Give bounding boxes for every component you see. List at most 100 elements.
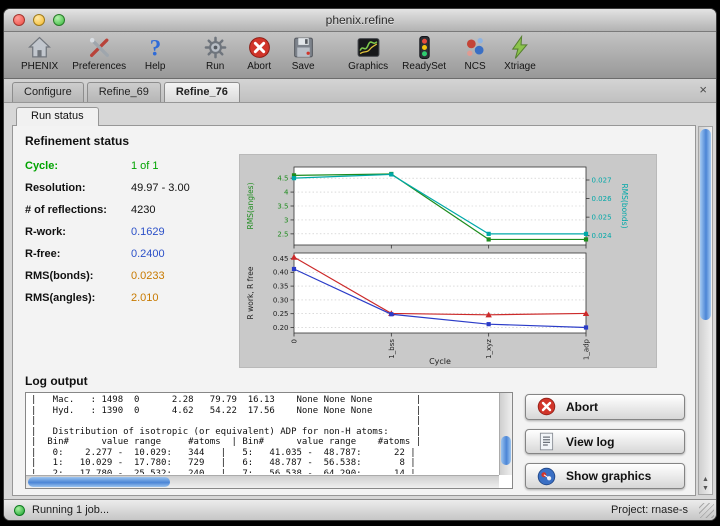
- ncs-icon: [463, 35, 488, 60]
- tab-run-status[interactable]: Run status: [16, 107, 99, 126]
- status-row: Cycle:1 of 1Resolution:49.97 - 3.00# of …: [25, 154, 685, 368]
- log-output[interactable]: | Mac. : 1498 0 2.28 79.79 16.13 None No…: [25, 392, 513, 489]
- svg-text:1_bss: 1_bss: [388, 339, 396, 359]
- toolbar-item-label: Preferences: [72, 61, 126, 72]
- tab-close-button[interactable]: ×: [699, 83, 707, 96]
- tab-refine-76[interactable]: Refine_76: [164, 82, 240, 102]
- tab-configure[interactable]: Configure: [12, 82, 84, 102]
- toolbar-readyset[interactable]: ReadySet: [395, 35, 453, 72]
- field-value: 4230: [131, 204, 155, 216]
- log-line: | 0: 2.277 - 10.029: 344 | 5: 41.035 - 4…: [31, 448, 497, 459]
- log-vertical-scrollbar[interactable]: [499, 393, 512, 475]
- svg-text:?: ?: [149, 35, 160, 60]
- toolbar-item-label: Save: [292, 61, 315, 72]
- show-graphics-button[interactable]: Show graphics: [525, 463, 685, 489]
- toolbar: PHENIXPreferences?HelpRunAbortSaveGraphi…: [4, 32, 716, 79]
- svg-text:RMS(bonds): RMS(bonds): [620, 183, 629, 228]
- main-scrollbar-thumb[interactable]: [700, 129, 711, 320]
- toolbar-phenix[interactable]: PHENIX: [14, 35, 65, 72]
- field-label: RMS(bonds):: [25, 270, 131, 282]
- view-log-button[interactable]: View log: [525, 429, 685, 455]
- toolbar-graphics[interactable]: Graphics: [341, 35, 395, 72]
- svg-text:1_adp: 1_adp: [583, 338, 591, 360]
- toolbar-item-label: Xtriage: [504, 61, 536, 72]
- field-value: 49.97 - 3.00: [131, 182, 190, 194]
- svg-text:0.45: 0.45: [273, 255, 289, 263]
- status-field: R-free:0.2400: [25, 248, 223, 260]
- traffic-lights: [13, 14, 65, 26]
- running-status-text: Running 1 job...: [32, 504, 109, 516]
- field-value: 0.0233: [131, 270, 165, 282]
- svg-text:0.026: 0.026: [592, 195, 613, 203]
- svg-text:4: 4: [284, 188, 289, 196]
- log-vertical-scrollbar-thumb[interactable]: [501, 436, 511, 466]
- log-horizontal-scrollbar-thumb[interactable]: [28, 477, 170, 487]
- abort-icon: [536, 396, 557, 417]
- scroll-down-icon[interactable]: ▼: [702, 484, 709, 493]
- abort-icon: [247, 35, 272, 60]
- subtab-row: Run status: [4, 103, 716, 125]
- field-label: Resolution:: [25, 182, 131, 194]
- scroll-up-icon[interactable]: ▲: [702, 475, 709, 484]
- status-field: RMS(bonds):0.0233: [25, 270, 223, 282]
- titlebar[interactable]: phenix.refine: [4, 9, 716, 32]
- refinement-fields: Cycle:1 of 1Resolution:49.97 - 3.00# of …: [25, 154, 223, 368]
- action-button-label: Show graphics: [566, 469, 651, 483]
- resize-grip[interactable]: [699, 503, 714, 518]
- main-scrollbar-buttons: ▲ ▼: [699, 475, 712, 493]
- svg-text:R work, R free: R work, R free: [246, 266, 255, 319]
- svg-text:0.40: 0.40: [273, 269, 289, 277]
- field-value: 0.1629: [131, 226, 165, 238]
- show-graphics-icon: [536, 466, 557, 487]
- field-label: R-work:: [25, 226, 131, 238]
- log-line: | |: [31, 416, 497, 427]
- svg-text:3: 3: [284, 216, 288, 224]
- tab-refine-69[interactable]: Refine_69: [87, 82, 161, 102]
- toolbar-item-label: Help: [145, 61, 166, 72]
- field-value: 1 of 1: [131, 160, 159, 172]
- abort-button[interactable]: Abort: [525, 394, 685, 420]
- toolbar-preferences[interactable]: Preferences: [65, 35, 133, 72]
- svg-text:0.35: 0.35: [273, 283, 289, 291]
- field-label: Cycle:: [25, 160, 131, 172]
- close-window-button[interactable]: [13, 14, 25, 26]
- svg-text:0.25: 0.25: [273, 310, 289, 318]
- log-line: | Bin# value range #atoms | Bin# value r…: [31, 437, 497, 448]
- running-indicator-icon: [14, 505, 25, 516]
- svg-text:0.30: 0.30: [273, 296, 289, 304]
- svg-text:3.5: 3.5: [277, 202, 288, 210]
- run-status-panel: Refinement status Cycle:1 of 1Resolution…: [12, 125, 696, 496]
- zoom-window-button[interactable]: [53, 14, 65, 26]
- toolbar-xtriage[interactable]: Xtriage: [497, 35, 543, 72]
- status-bar: Running 1 job... Project: rnase-s: [4, 499, 716, 520]
- toolbar-item-label: Abort: [247, 61, 271, 72]
- preferences-icon: [87, 35, 112, 60]
- toolbar-help[interactable]: ?Help: [133, 35, 177, 72]
- svg-text:0.025: 0.025: [592, 214, 612, 222]
- toolbar-abort[interactable]: Abort: [237, 35, 281, 72]
- tab-bar: ConfigureRefine_69Refine_76 ×: [4, 79, 716, 103]
- toolbar-item-label: PHENIX: [21, 61, 58, 72]
- toolbar-item-label: Run: [206, 61, 224, 72]
- save-icon: [291, 35, 316, 60]
- svg-text:1_xyz: 1_xyz: [485, 339, 493, 359]
- svg-text:RMS(angles): RMS(angles): [246, 182, 255, 229]
- svg-text:Cycle: Cycle: [429, 357, 451, 366]
- log-line: | 2: 17.780 - 25.532: 240 | 7: 56.538 - …: [31, 469, 497, 475]
- view-log-icon: [536, 431, 557, 452]
- status-field: # of reflections:4230: [25, 204, 223, 216]
- status-field: Resolution:49.97 - 3.00: [25, 182, 223, 194]
- field-value: 0.2400: [131, 248, 165, 260]
- phenix-refine-window: phenix.refine PHENIXPreferences?HelpRunA…: [3, 8, 717, 521]
- toolbar-ncs[interactable]: NCS: [453, 35, 497, 72]
- minimize-window-button[interactable]: [33, 14, 45, 26]
- log-horizontal-scrollbar[interactable]: [26, 475, 499, 488]
- phenix-icon: [27, 35, 52, 60]
- readyset-icon: [412, 35, 437, 60]
- action-button-label: View log: [566, 435, 614, 449]
- toolbar-run[interactable]: Run: [193, 35, 237, 72]
- main-scrollbar[interactable]: ▲ ▼: [698, 126, 713, 495]
- svg-text:4.5: 4.5: [277, 175, 288, 183]
- svg-text:0.027: 0.027: [592, 176, 612, 184]
- toolbar-save[interactable]: Save: [281, 35, 325, 72]
